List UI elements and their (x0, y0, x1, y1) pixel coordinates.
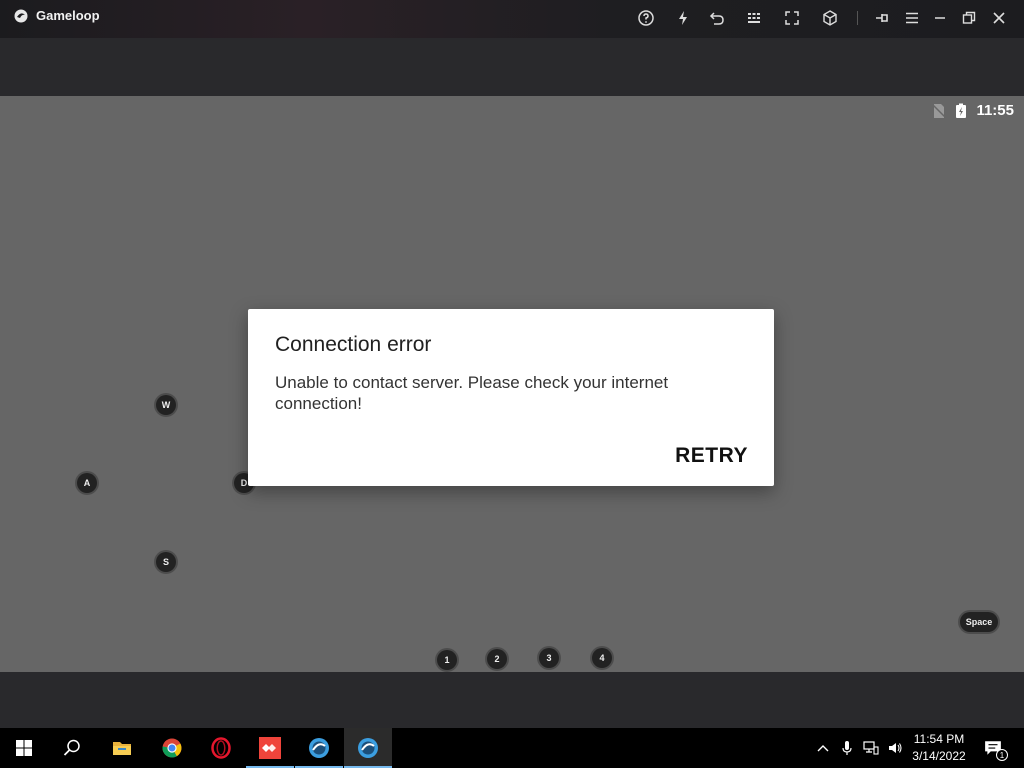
minimize-icon[interactable] (928, 6, 952, 30)
opera-icon[interactable] (197, 728, 245, 768)
toolbar-divider (857, 11, 858, 25)
key-4[interactable]: 4 (592, 648, 612, 668)
gameloop-active-taskbar-icon[interactable] (344, 728, 392, 768)
notification-count-badge: 1 (996, 749, 1008, 761)
pin-icon[interactable] (870, 6, 894, 30)
dialog-title: Connection error (275, 333, 432, 356)
app-title: Gameloop (36, 8, 100, 23)
chevron-up-icon[interactable] (814, 728, 832, 768)
key-space[interactable]: Space (960, 612, 998, 632)
clock-time: 11:54 PM (913, 732, 965, 746)
gameloop-window: Gameloop 11:55 W A D S 1 2 3 4 Space Con… (0, 0, 1024, 728)
windows-taskbar: 11:54 PM 3/14/2022 1 (0, 728, 1024, 768)
close-icon[interactable] (987, 6, 1011, 30)
fullscreen-icon[interactable] (780, 6, 804, 30)
help-icon[interactable] (634, 6, 658, 30)
search-icon[interactable] (48, 728, 96, 768)
key-1[interactable]: 1 (437, 650, 457, 670)
anydesk-icon[interactable] (246, 728, 294, 768)
network-icon[interactable] (862, 728, 880, 768)
top-control-bar (0, 38, 1024, 96)
notification-center-icon[interactable]: 1 (980, 728, 1008, 768)
taskbar-clock[interactable]: 11:54 PM 3/14/2022 (906, 731, 972, 765)
clock-date: 3/14/2022 (912, 749, 966, 763)
bottom-control-bar (0, 672, 1024, 728)
no-sim-icon (932, 103, 946, 118)
chrome-icon[interactable] (148, 728, 196, 768)
microphone-icon[interactable] (838, 728, 856, 768)
key-w[interactable]: W (156, 395, 176, 415)
android-status-bar: 11:55 (932, 102, 1014, 119)
retry-button[interactable]: RETRY (675, 444, 748, 468)
volume-icon[interactable] (885, 728, 905, 768)
gameloop-taskbar-icon[interactable] (295, 728, 343, 768)
battery-charging-icon (956, 103, 967, 118)
app-brand: Gameloop (14, 8, 100, 23)
key-s[interactable]: S (156, 552, 176, 572)
key-3[interactable]: 3 (539, 648, 559, 668)
cube-icon[interactable] (818, 6, 842, 30)
file-explorer-icon[interactable] (98, 728, 146, 768)
undo-icon[interactable] (705, 6, 729, 30)
key-a[interactable]: A (77, 473, 97, 493)
lightning-icon[interactable] (671, 6, 695, 30)
windows-start-icon[interactable] (0, 728, 48, 768)
connection-error-dialog: Connection error Unable to contact serve… (248, 309, 774, 486)
menu-icon[interactable] (900, 6, 924, 30)
status-time: 11:55 (976, 102, 1014, 119)
gameloop-logo-icon (14, 9, 28, 22)
dialog-message: Unable to contact server. Please check y… (275, 373, 669, 413)
title-bar: Gameloop (0, 0, 1024, 38)
keyboard-grid-icon[interactable] (742, 6, 766, 30)
restore-icon[interactable] (957, 6, 981, 30)
key-2[interactable]: 2 (487, 649, 507, 669)
